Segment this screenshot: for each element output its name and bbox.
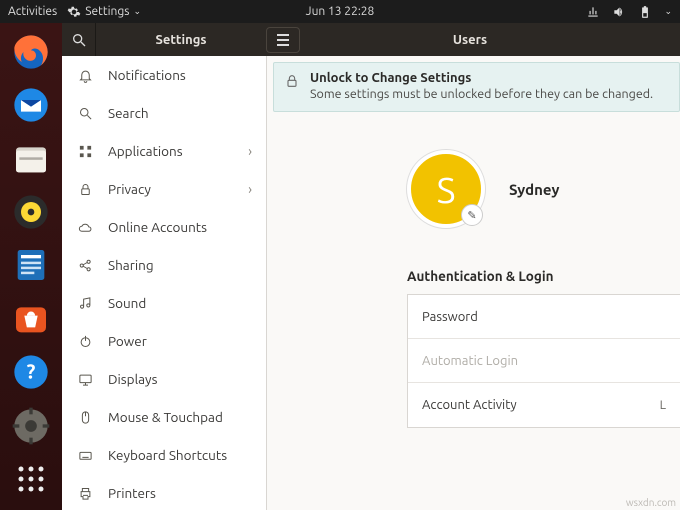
row-label: Password: [422, 310, 478, 324]
panel-title: Users: [300, 33, 680, 47]
sidebar-item-displays[interactable]: Displays: [62, 360, 266, 398]
row-label: Account Activity: [422, 398, 517, 412]
dock-files[interactable]: [9, 138, 53, 179]
bell-icon: [76, 68, 94, 83]
hamburger-menu[interactable]: [266, 27, 300, 53]
search-button[interactable]: [62, 23, 96, 56]
dock-libre-writer[interactable]: [9, 245, 53, 286]
sidebar-item-printers[interactable]: Printers: [62, 474, 266, 510]
auth-section-title: Authentication & Login: [407, 268, 680, 284]
top-bar: Activities Settings ⌄ Jun 13 22:28 ⌄: [0, 0, 680, 23]
dock-show-apps[interactable]: [9, 459, 53, 500]
main-panel: Unlock to Change Settings Some settings …: [267, 56, 680, 510]
pencil-icon[interactable]: ✎: [461, 204, 483, 226]
hamburger-icon: [276, 34, 290, 46]
display-icon: [76, 372, 94, 387]
music-icon: [76, 296, 94, 311]
unlock-body: Some settings must be unlocked before th…: [310, 87, 669, 101]
sidebar-item-label: Search: [108, 105, 149, 121]
sidebar-item-mouse[interactable]: Mouse & Touchpad: [62, 398, 266, 436]
unlock-title: Unlock to Change Settings: [310, 71, 669, 85]
grid-icon: [76, 144, 94, 159]
chevron-down-icon[interactable]: ⌄: [664, 6, 672, 17]
sidebar-item-label: Mouse & Touchpad: [108, 409, 223, 425]
sidebar-item-sharing[interactable]: Sharing: [62, 246, 266, 284]
dock-help[interactable]: ?: [9, 352, 53, 393]
dock-firefox[interactable]: [9, 31, 53, 72]
dock: ?: [0, 23, 62, 510]
window-header: Settings Users: [62, 23, 680, 56]
search-icon: [76, 106, 94, 121]
svg-text:?: ?: [27, 360, 36, 383]
power-icon: [76, 334, 94, 349]
mouse-icon: [76, 410, 94, 425]
lock-icon: [76, 182, 94, 197]
avatar-initial: S: [437, 169, 456, 210]
row-label: Automatic Login: [422, 354, 518, 368]
sidebar-item-label: Sound: [108, 295, 146, 311]
chevron-right-icon: ›: [248, 181, 252, 197]
sidebar-item-label: Power: [108, 333, 147, 349]
sidebar-item-label: Keyboard Shortcuts: [108, 447, 227, 463]
sidebar-item-privacy[interactable]: Privacy ›: [62, 170, 266, 208]
clock[interactable]: Jun 13 22:28: [306, 5, 375, 18]
app-menu[interactable]: Settings ⌄: [67, 5, 141, 19]
row-account-activity[interactable]: Account Activity L: [408, 383, 680, 427]
sidebar-item-label: Printers: [108, 485, 156, 501]
unlock-banner[interactable]: Unlock to Change Settings Some settings …: [273, 62, 680, 112]
chevron-down-icon: ⌄: [133, 6, 141, 17]
row-value: L: [660, 398, 666, 412]
sidebar-item-label: Notifications: [108, 67, 186, 83]
avatar[interactable]: S ✎: [407, 150, 485, 228]
sidebar-item-power[interactable]: Power: [62, 322, 266, 360]
user-name[interactable]: Sydney: [509, 181, 559, 198]
row-automatic-login: Automatic Login: [408, 339, 680, 383]
sidebar-item-label: Applications: [108, 143, 183, 159]
printer-icon: [76, 486, 94, 501]
volume-icon[interactable]: [612, 5, 626, 19]
keyboard-icon: [76, 448, 94, 463]
lock-icon: [284, 73, 300, 93]
sidebar-item-label: Online Accounts: [108, 219, 207, 235]
sidebar-item-label: Sharing: [108, 257, 154, 273]
sidebar-item-label: Displays: [108, 371, 157, 387]
sidebar-title: Settings: [96, 33, 266, 47]
user-profile: S ✎ Sydney: [407, 150, 680, 228]
search-icon: [71, 32, 87, 48]
cloud-icon: [76, 220, 94, 235]
activities-button[interactable]: Activities: [8, 5, 57, 18]
sidebar-item-notifications[interactable]: Notifications: [62, 56, 266, 94]
auth-list: Password Automatic Login Account Activit…: [407, 294, 680, 428]
dock-settings[interactable]: [9, 405, 53, 446]
chevron-right-icon: ›: [248, 143, 252, 159]
sidebar: Notifications Search Applications › Priv…: [62, 56, 267, 510]
dock-rhythmbox[interactable]: [9, 191, 53, 232]
sidebar-item-keyboard[interactable]: Keyboard Shortcuts: [62, 436, 266, 474]
sidebar-item-applications[interactable]: Applications ›: [62, 132, 266, 170]
sidebar-item-search[interactable]: Search: [62, 94, 266, 132]
watermark: wsxdn.com: [626, 497, 676, 508]
share-icon: [76, 258, 94, 273]
row-password[interactable]: Password: [408, 295, 680, 339]
network-icon[interactable]: [586, 5, 600, 19]
battery-icon[interactable]: [638, 5, 652, 19]
sidebar-item-sound[interactable]: Sound: [62, 284, 266, 322]
dock-software[interactable]: [9, 298, 53, 339]
sidebar-item-label: Privacy: [108, 181, 151, 197]
gear-icon: [67, 5, 81, 19]
dock-thunderbird[interactable]: [9, 84, 53, 125]
sidebar-item-online-accounts[interactable]: Online Accounts: [62, 208, 266, 246]
